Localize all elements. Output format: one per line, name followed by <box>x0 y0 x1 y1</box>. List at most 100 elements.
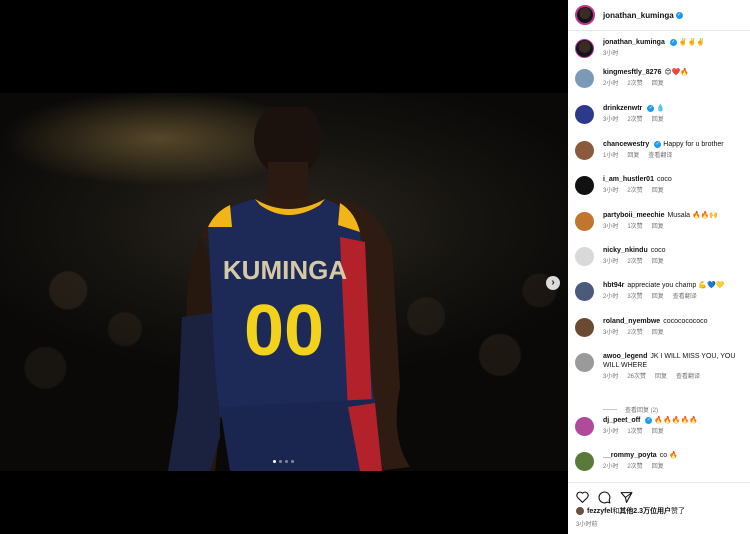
share-icon[interactable] <box>620 491 633 504</box>
verified-icon: ✓ <box>675 11 683 19</box>
reply-button[interactable]: 回复 <box>652 259 664 265</box>
comment-time: 1小时 <box>603 153 619 159</box>
comment-username[interactable]: awoo_legend <box>603 353 647 360</box>
comment-likes[interactable]: 3次赞 <box>627 294 642 300</box>
post-photo: KUMINGA 00 <box>0 93 568 471</box>
liked-by[interactable]: fezzyfel 和其他2.3万位用户 赞了 <box>568 506 750 516</box>
comment-likes[interactable]: 2次赞 <box>627 117 642 123</box>
comment-item: hbt94r appreciate you champ 💪💙💛 2小时 3次赞 回复 查看… <box>575 281 750 301</box>
commenter-avatar[interactable] <box>575 69 594 88</box>
comment-username[interactable]: roland_nyembwe <box>603 318 660 325</box>
post-header: jonathan_kuminga ✓ <box>568 0 750 31</box>
comments-panel: jonathan_kuminga ✓ jonathan_kuminga ✓ ✌️✌… <box>568 0 750 534</box>
liker-avatar <box>576 507 584 515</box>
comment-likes[interactable]: 26次赞 <box>627 374 646 380</box>
commenter-avatar[interactable] <box>575 247 594 266</box>
comment-username[interactable]: kingmesftly_8276 <box>603 69 661 76</box>
comment-text: 💧 <box>656 105 665 112</box>
comment-likes[interactable]: 1次赞 <box>627 224 642 230</box>
comment-likes[interactable]: 2次赞 <box>627 259 642 265</box>
author-username[interactable]: jonathan_kuminga <box>603 11 674 20</box>
comment-username[interactable]: nicky_nkindu <box>603 247 648 254</box>
commenter-avatar[interactable] <box>575 318 594 337</box>
reply-button[interactable]: 回复 <box>627 153 639 159</box>
comment-likes[interactable]: 1次赞 <box>627 429 642 435</box>
comment-likes[interactable]: 2次赞 <box>627 330 642 336</box>
reply-button[interactable]: 回复 <box>655 374 667 380</box>
likes-count[interactable]: 其他2.3万位用户 <box>619 506 671 516</box>
reply-button[interactable]: 回复 <box>652 330 664 336</box>
commenter-avatar[interactable] <box>575 105 594 124</box>
post-time: 3小时前 <box>576 522 598 528</box>
view-replies-link[interactable]: 查看回复 (2) <box>603 405 658 414</box>
carousel-dots <box>273 460 294 463</box>
comment-text: Musala 🔥🔥🙌 <box>667 212 719 219</box>
comment-username[interactable]: chancewestry <box>603 141 649 148</box>
verified-icon: ✓ <box>647 104 655 112</box>
comment-username[interactable]: __rommy_poyta <box>603 452 657 459</box>
liker-username[interactable]: fezzyfel <box>587 508 612 515</box>
comment-username[interactable]: hbt94r <box>603 282 624 289</box>
reply-button[interactable]: 回复 <box>652 464 664 470</box>
post-viewer: KUMINGA 00 › jonathan_kuminga ✓ jonathan… <box>0 0 750 534</box>
commenter-avatar[interactable] <box>575 176 594 195</box>
comment-time: 2小时 <box>603 464 619 470</box>
carousel-dot <box>279 460 282 463</box>
comment-likes[interactable]: 2次赞 <box>627 464 642 470</box>
carousel-dot <box>273 460 276 463</box>
commenter-avatar[interactable] <box>575 282 594 301</box>
translate-link[interactable]: 查看翻译 <box>676 374 700 380</box>
carousel-dot <box>285 460 288 463</box>
comment-text: coco <box>650 247 666 254</box>
comment-time: 3小时 <box>603 330 619 336</box>
author-avatar[interactable] <box>575 39 594 58</box>
comment-text: 😍❤️🔥 <box>664 69 690 76</box>
comment-item: __rommy_poyta co 🔥 2小时 2次赞 回复 <box>575 451 750 471</box>
commenter-avatar[interactable] <box>575 212 594 231</box>
reply-button[interactable]: 回复 <box>652 117 664 123</box>
verified-icon: ✓ <box>645 416 653 424</box>
comment-time: 2小时 <box>603 81 619 87</box>
translate-link[interactable]: 查看翻译 <box>673 294 697 300</box>
reply-button[interactable]: 回复 <box>652 294 664 300</box>
commenter-avatar[interactable] <box>575 417 594 436</box>
comment-item: i_am_hustler01 coco 3小时 2次赞 回复 <box>575 175 750 195</box>
carousel-dot <box>291 460 294 463</box>
comment-username[interactable]: i_am_hustler01 <box>603 176 654 183</box>
comment-username[interactable]: partyboii_meechie <box>603 212 664 219</box>
comment-text: co 🔥 <box>659 452 678 459</box>
comment-icon[interactable] <box>598 491 611 504</box>
heart-icon[interactable] <box>576 491 589 503</box>
comment-text: cocococococo <box>663 318 708 325</box>
next-image-button[interactable]: › <box>546 276 560 290</box>
comment-time: 3小时 <box>603 188 619 194</box>
translate-link[interactable]: 查看翻译 <box>648 153 672 159</box>
commenter-avatar[interactable] <box>575 353 594 372</box>
comment-time: 3小时 <box>603 117 619 123</box>
comment-item: kingmesftly_8276 😍❤️🔥 2小时 2次赞 回复 <box>575 68 750 88</box>
comment-time: 3小时 <box>603 259 619 265</box>
comment-time: 3小时 <box>603 224 619 230</box>
comment-item: dj_peet_off ✓ 🔥🔥🔥🔥🔥 3小时 1次赞 回复 <box>575 416 750 436</box>
author-avatar[interactable] <box>575 5 595 25</box>
comment-username[interactable]: drinkzenwtr <box>603 105 642 112</box>
comment-item: partyboii_meechie Musala 🔥🔥🙌 3小时 1次赞 回复 <box>575 211 750 231</box>
comment-item: awoo_legend JK I WILL MISS YOU, YOU WILL … <box>575 352 750 381</box>
reply-button[interactable]: 回复 <box>652 81 664 87</box>
caption-time: 3小时 <box>603 51 619 57</box>
reply-button[interactable]: 回复 <box>652 224 664 230</box>
commenter-avatar[interactable] <box>575 452 594 471</box>
commenter-avatar[interactable] <box>575 141 594 160</box>
comment-item: nicky_nkindu coco 3小时 2次赞 回复 <box>575 246 750 266</box>
reply-button[interactable]: 回复 <box>652 188 664 194</box>
comment-username[interactable]: dj_peet_off <box>603 417 640 424</box>
comment-likes[interactable]: 2次赞 <box>627 81 642 87</box>
comment-text: appreciate you champ 💪💙💛 <box>627 282 725 289</box>
jersey-number: 00 <box>244 291 324 371</box>
player-figure: KUMINGA 00 <box>168 107 410 471</box>
reply-button[interactable]: 回复 <box>652 429 664 435</box>
verified-icon: ✓ <box>669 38 677 46</box>
comment-likes[interactable]: 2次赞 <box>627 188 642 194</box>
comment-text: coco <box>656 176 672 183</box>
caption-username[interactable]: jonathan_kuminga <box>603 39 665 46</box>
